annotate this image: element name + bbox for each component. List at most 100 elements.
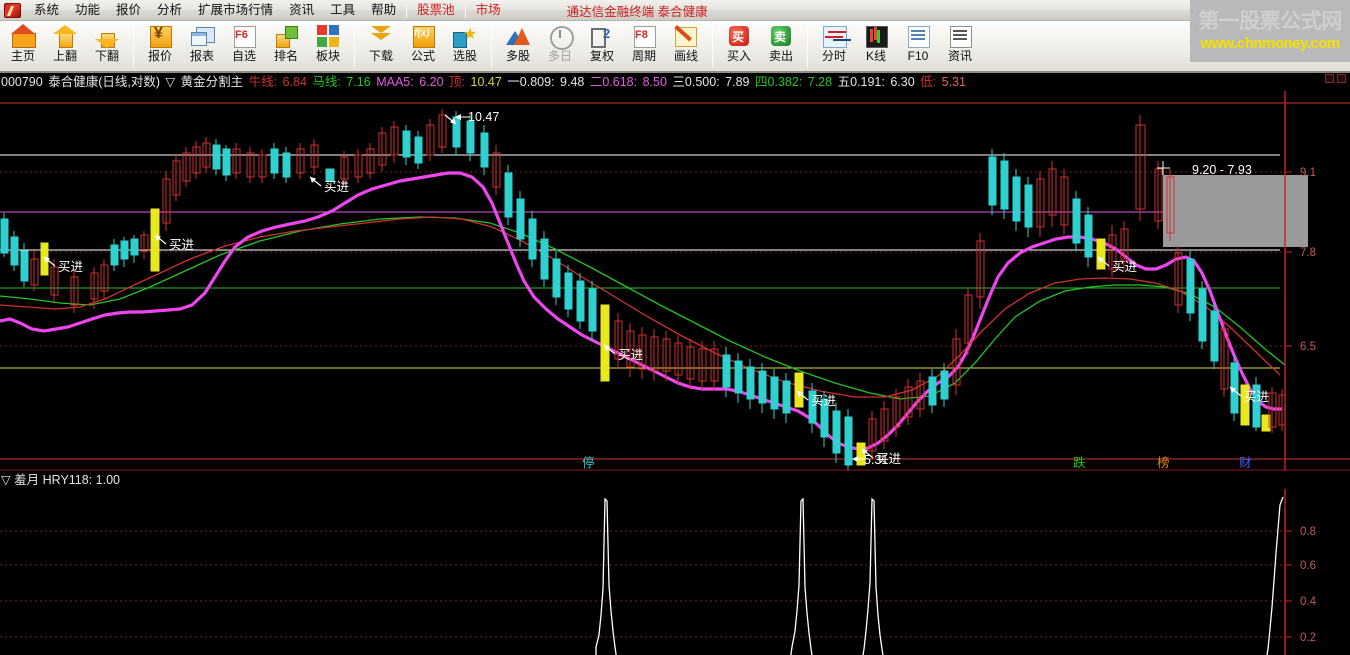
main-price-panel[interactable]: 10.47 5.31 9.20 - 7.93 买进 买进 买进 买进 买进 买进… [0, 91, 1350, 471]
toolbar: 主页 上翻 下翻 报价 报表 自选 排名 板块 下载 [0, 21, 1350, 73]
menu-divider [464, 2, 466, 18]
toolbar-button-intraday[interactable]: 分时 [813, 21, 855, 71]
news-icon [947, 24, 973, 48]
toolbar-button-f10[interactable]: F10 [897, 21, 939, 71]
report-window-icon [189, 24, 215, 48]
sector-grid-icon [315, 24, 341, 48]
multi-day-clock-icon [547, 24, 574, 50]
stock-name: 泰合健康(日线,对数) [48, 75, 161, 89]
sub-indicator-title[interactable]: 羞月 [14, 473, 39, 487]
highlight-candle [600, 304, 610, 382]
price-tick-label: 7.8 [1300, 247, 1316, 259]
toolbar-button-kline[interactable]: K线 [855, 21, 897, 71]
token-fib4-label: 四0.382: [755, 75, 803, 89]
buy-signal-label: 买进 [324, 180, 350, 194]
token-niuxian-label: 牛线: [248, 75, 278, 89]
token-fib2-label: 二0.618: [589, 75, 638, 89]
sub-indicator-panel[interactable]: ▽ 羞月 HRY118: 1.00 0.8 0.6 0.4 0.2 [0, 471, 1350, 655]
toolbar-label: 分时 [821, 49, 846, 63]
token-fib1-label: 一0.809: [507, 75, 555, 89]
token-maxian-label: 马线: [312, 75, 341, 89]
toolbar-button-sell[interactable]: 卖出 [760, 21, 802, 71]
maximize-button[interactable] [1337, 74, 1346, 83]
toolbar-button-favorites[interactable]: 自选 [223, 21, 265, 71]
token-fib4-value: 7.28 [807, 75, 833, 89]
adjust-price-icon [589, 24, 615, 48]
home-icon [10, 24, 36, 48]
peak-label: 10.47 [468, 110, 499, 124]
toolbar-button-quote[interactable]: 报价 [139, 21, 181, 71]
menu-item-market[interactable]: 市场 [468, 1, 509, 20]
token-maxian-value: 7.16 [346, 75, 371, 89]
range-box-annotation: 9.20 - 7.93 [1157, 161, 1252, 177]
menu-item-quote[interactable]: 报价 [108, 1, 149, 20]
toolbar-label: 买入 [726, 49, 751, 63]
toolbar-button-draw-line[interactable]: 画线 [665, 21, 707, 71]
token-niuxian-value: 6.84 [282, 75, 307, 89]
buy-signal-label: 买进 [876, 452, 902, 466]
download-icon [368, 24, 394, 48]
toolbar-button-page-up[interactable]: 上翻 [44, 21, 86, 71]
date-marker-row: 停 跌 榜 财 [582, 455, 1252, 470]
toolbar-button-sector[interactable]: 板块 [307, 21, 349, 71]
sub-indicator-value: HRY118: 1.00 [42, 473, 120, 487]
date-marker: 榜 [1157, 455, 1170, 470]
toolbar-label: 周期 [631, 49, 656, 63]
toolbar-button-adjust-price[interactable]: 复权 [581, 21, 623, 71]
window-controls[interactable] [1325, 74, 1346, 83]
toolbar-button-news[interactable]: 资讯 [939, 21, 981, 71]
menu-item-analysis[interactable]: 分析 [149, 1, 190, 20]
toolbar-label: 公式 [410, 49, 435, 63]
date-marker: 财 [1239, 456, 1252, 470]
menu-item-news[interactable]: 资讯 [281, 1, 322, 20]
menu-item-stock-pool[interactable]: 股票池 [409, 1, 463, 20]
menu-item-tools[interactable]: 工具 [322, 1, 363, 20]
sub-tick-label: 0.2 [1300, 632, 1316, 644]
buy-signal-label: 买进 [169, 238, 195, 252]
sell-icon [768, 24, 794, 48]
intraday-icon [821, 24, 847, 48]
token-maa5-label: MAA5: [376, 75, 414, 89]
yen-quote-icon [147, 24, 173, 48]
chart-area: 000790 泰合健康(日线,对数) ▽ 黄金分割主 牛线: 6.84 马线: … [0, 73, 1350, 655]
toolbar-label: 下翻 [94, 49, 119, 63]
price-tick-label: 9.1 [1300, 167, 1316, 179]
indicator-name[interactable]: 黄金分割主 [181, 75, 244, 89]
chart-info-line: 000790 泰合健康(日线,对数) ▽ 黄金分割主 牛线: 6.84 马线: … [0, 73, 1350, 91]
toolbar-label: 多日 [547, 49, 572, 63]
menu-item-help[interactable]: 帮助 [363, 1, 404, 20]
token-fib1-value: 9.48 [560, 75, 585, 89]
toolbar-button-formula[interactable]: 公式 [402, 21, 444, 71]
minimize-button[interactable] [1325, 74, 1334, 83]
menu-item-extended-market[interactable]: 扩展市场行情 [190, 1, 281, 20]
buy-signal-label: 买进 [1244, 390, 1270, 404]
toolbar-button-stock-picker[interactable]: 选股 [444, 21, 486, 71]
toolbar-button-ranking[interactable]: 排名 [265, 21, 307, 71]
toolbar-divider [807, 23, 808, 67]
toolbar-button-download[interactable]: 下载 [360, 21, 402, 71]
toolbar-label: 画线 [673, 49, 698, 63]
toolbar-button-buy[interactable]: 买入 [718, 21, 760, 71]
toolbar-button-multi-stock[interactable]: 多股 [497, 21, 539, 71]
toolbar-button-period[interactable]: 周期 [623, 21, 665, 71]
toolbar-label: 报价 [147, 49, 172, 63]
date-marker: 跌 [1073, 455, 1086, 470]
indicator-toggle-icon[interactable]: ▽ [166, 75, 176, 89]
toolbar-label: 排名 [273, 49, 298, 63]
menu-item-function[interactable]: 功能 [67, 1, 108, 20]
toolbar-button-report[interactable]: 报表 [181, 21, 223, 71]
sub-tick-label: 0.6 [1300, 560, 1316, 572]
sub-tick-label: 0.4 [1300, 596, 1317, 608]
sub-indicator-toggle-icon[interactable]: ▽ [1, 473, 11, 487]
maa5-magenta-line [0, 171, 1282, 451]
toolbar-button-page-down[interactable]: 下翻 [86, 21, 128, 71]
toolbar-button-home[interactable]: 主页 [2, 21, 44, 71]
toolbar-label: 资讯 [947, 49, 972, 63]
menu-item-system[interactable]: 系统 [26, 1, 67, 20]
token-top-label: 顶: [449, 75, 466, 89]
toolbar-label: 主页 [10, 49, 35, 63]
formula-fx-icon [410, 24, 436, 48]
toolbar-label: 多股 [505, 49, 530, 63]
toolbar-button-multi-day[interactable]: 多日 [539, 21, 581, 71]
menu-bar: 系统 功能 报价 分析 扩展市场行情 资讯 工具 帮助 股票池 市场 通达信金融… [0, 0, 1350, 21]
